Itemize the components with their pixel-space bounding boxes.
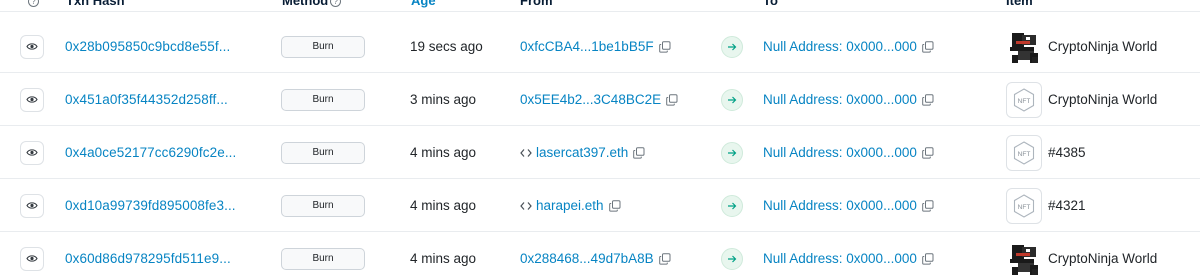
nft-placeholder-icon[interactable]: NFT [1006, 81, 1042, 118]
table-header: ? Txn Hash Method? Age From To Item [0, 0, 1200, 12]
item-name: CryptoNinja World [1048, 39, 1158, 54]
to-address-link[interactable]: Null Address: 0x000...000 [763, 251, 917, 266]
item: CryptoNinja World [1006, 20, 1157, 73]
copy-icon[interactable] [608, 199, 622, 212]
arrow-right-icon [721, 194, 743, 217]
view-details-button[interactable] [20, 140, 44, 165]
age-text: 19 secs ago [410, 39, 483, 54]
contract-code-icon [520, 198, 532, 214]
arrow-right-icon [721, 247, 743, 270]
nft-placeholder-icon[interactable]: NFT [1006, 134, 1042, 171]
from-address: 0x288468...49d7bA8B [520, 232, 672, 276]
table-row: 0x60d86d978295fd511e9... Burn 4 mins ago… [0, 232, 1200, 276]
to-address: Null Address: 0x000...000 [763, 232, 935, 276]
to-address-link[interactable]: Null Address: 0x000...000 [763, 39, 917, 54]
arrow-right-icon [721, 88, 743, 111]
eye-icon [26, 43, 38, 50]
age-text: 4 mins ago [410, 145, 477, 160]
copy-icon[interactable] [922, 146, 935, 159]
header-txn-hash: Txn Hash [66, 0, 125, 8]
eye-icon [26, 96, 38, 103]
method-badge: Burn [281, 247, 365, 270]
to-address: Null Address: 0x000...000 [763, 179, 935, 232]
copy-icon[interactable] [658, 252, 672, 265]
method-badge: Burn [281, 35, 365, 58]
item-name: #4385 [1048, 145, 1086, 160]
view-details-button[interactable] [20, 34, 44, 59]
header-method-label: Method [282, 0, 329, 8]
table-row: 0x28b095850c9bcd8e55f... Burn 19 secs ag… [0, 20, 1200, 73]
nft-thumbnail[interactable] [1006, 240, 1042, 276]
item: NFT #4321 [1006, 179, 1086, 232]
from-address-link[interactable]: 0xfcCBA4...1be1bB5F [520, 39, 654, 54]
item-name: CryptoNinja World [1048, 92, 1158, 107]
arrow-right-icon [721, 141, 743, 164]
txn-hash-link[interactable]: 0x451a0f35f44352d258ff... [65, 92, 228, 107]
eye-icon [26, 149, 38, 156]
contract-code-icon [520, 145, 532, 161]
view-details-button[interactable] [20, 246, 44, 271]
to-address: Null Address: 0x000...000 [763, 20, 935, 73]
copy-icon[interactable] [666, 93, 679, 106]
header-to: To [763, 0, 778, 8]
header-age[interactable]: Age [411, 0, 436, 10]
copy-icon[interactable] [922, 40, 935, 53]
item: NFT #4385 [1006, 126, 1086, 179]
table-row: 0xd10a99739fd895008fe3... Burn 4 mins ag… [0, 179, 1200, 232]
token-transfers-table: ? Txn Hash Method? Age From To Item 0x28… [0, 0, 1200, 276]
from-address: 0xfcCBA4...1be1bB5F [520, 20, 672, 73]
item: CryptoNinja World [1006, 232, 1157, 276]
txn-hash-link[interactable]: 0x4a0ce52177cc6290fc2e... [65, 145, 236, 160]
to-address: Null Address: 0x000...000 [763, 126, 935, 179]
arrow-right-icon [721, 35, 743, 58]
copy-icon[interactable] [658, 40, 672, 53]
method-badge: Burn [281, 194, 365, 217]
header-item: Item [1006, 0, 1033, 8]
from-address: 0x5EE4b2...3C48BC2E [520, 73, 679, 126]
nft-placeholder-icon[interactable]: NFT [1006, 187, 1042, 224]
txn-hash-link[interactable]: 0x28b095850c9bcd8e55f... [65, 39, 230, 54]
from-address: lasercat397.eth [520, 126, 646, 179]
age-text: 4 mins ago [410, 251, 477, 266]
header-from: From [520, 0, 553, 8]
view-details-button[interactable] [20, 87, 44, 112]
item-name: #4321 [1048, 198, 1086, 213]
header-method: Method? [282, 0, 342, 10]
copy-icon[interactable] [633, 146, 646, 159]
from-address-link[interactable]: 0x288468...49d7bA8B [520, 251, 654, 266]
to-address-link[interactable]: Null Address: 0x000...000 [763, 198, 917, 213]
from-address-link[interactable]: 0x5EE4b2...3C48BC2E [520, 92, 661, 107]
age-text: 3 mins ago [410, 92, 477, 107]
txn-hash-link[interactable]: 0xd10a99739fd895008fe3... [65, 198, 236, 213]
txn-hash-link[interactable]: 0x60d86d978295fd511e9... [65, 251, 231, 266]
table-row: 0x451a0f35f44352d258ff... Burn 3 mins ag… [0, 73, 1200, 126]
to-address-link[interactable]: Null Address: 0x000...000 [763, 92, 917, 107]
item: NFT CryptoNinja World [1006, 73, 1157, 126]
from-address-link[interactable]: lasercat397.eth [536, 145, 628, 160]
item-name: CryptoNinja World [1048, 251, 1158, 266]
eye-icon [26, 202, 38, 209]
copy-icon[interactable] [922, 252, 935, 265]
table-row: 0x4a0ce52177cc6290fc2e... Burn 4 mins ag… [0, 126, 1200, 179]
to-address-link[interactable]: Null Address: 0x000...000 [763, 145, 917, 160]
method-badge: Burn [281, 88, 365, 111]
svg-text:NFT: NFT [1018, 98, 1031, 105]
nft-thumbnail[interactable] [1006, 28, 1042, 65]
svg-text:NFT: NFT [1018, 151, 1031, 158]
to-address: Null Address: 0x000...000 [763, 73, 935, 126]
copy-icon[interactable] [922, 93, 935, 106]
eye-icon [26, 255, 38, 262]
from-address: harapei.eth [520, 179, 622, 232]
question-circle-icon[interactable]: ? [330, 0, 342, 7]
copy-icon[interactable] [922, 199, 935, 212]
method-badge: Burn [281, 141, 365, 164]
from-address-link[interactable]: harapei.eth [536, 198, 604, 213]
view-details-button[interactable] [20, 193, 44, 218]
svg-text:NFT: NFT [1018, 204, 1031, 211]
age-text: 4 mins ago [410, 198, 477, 213]
question-circle-icon[interactable]: ? [28, 0, 39, 7]
